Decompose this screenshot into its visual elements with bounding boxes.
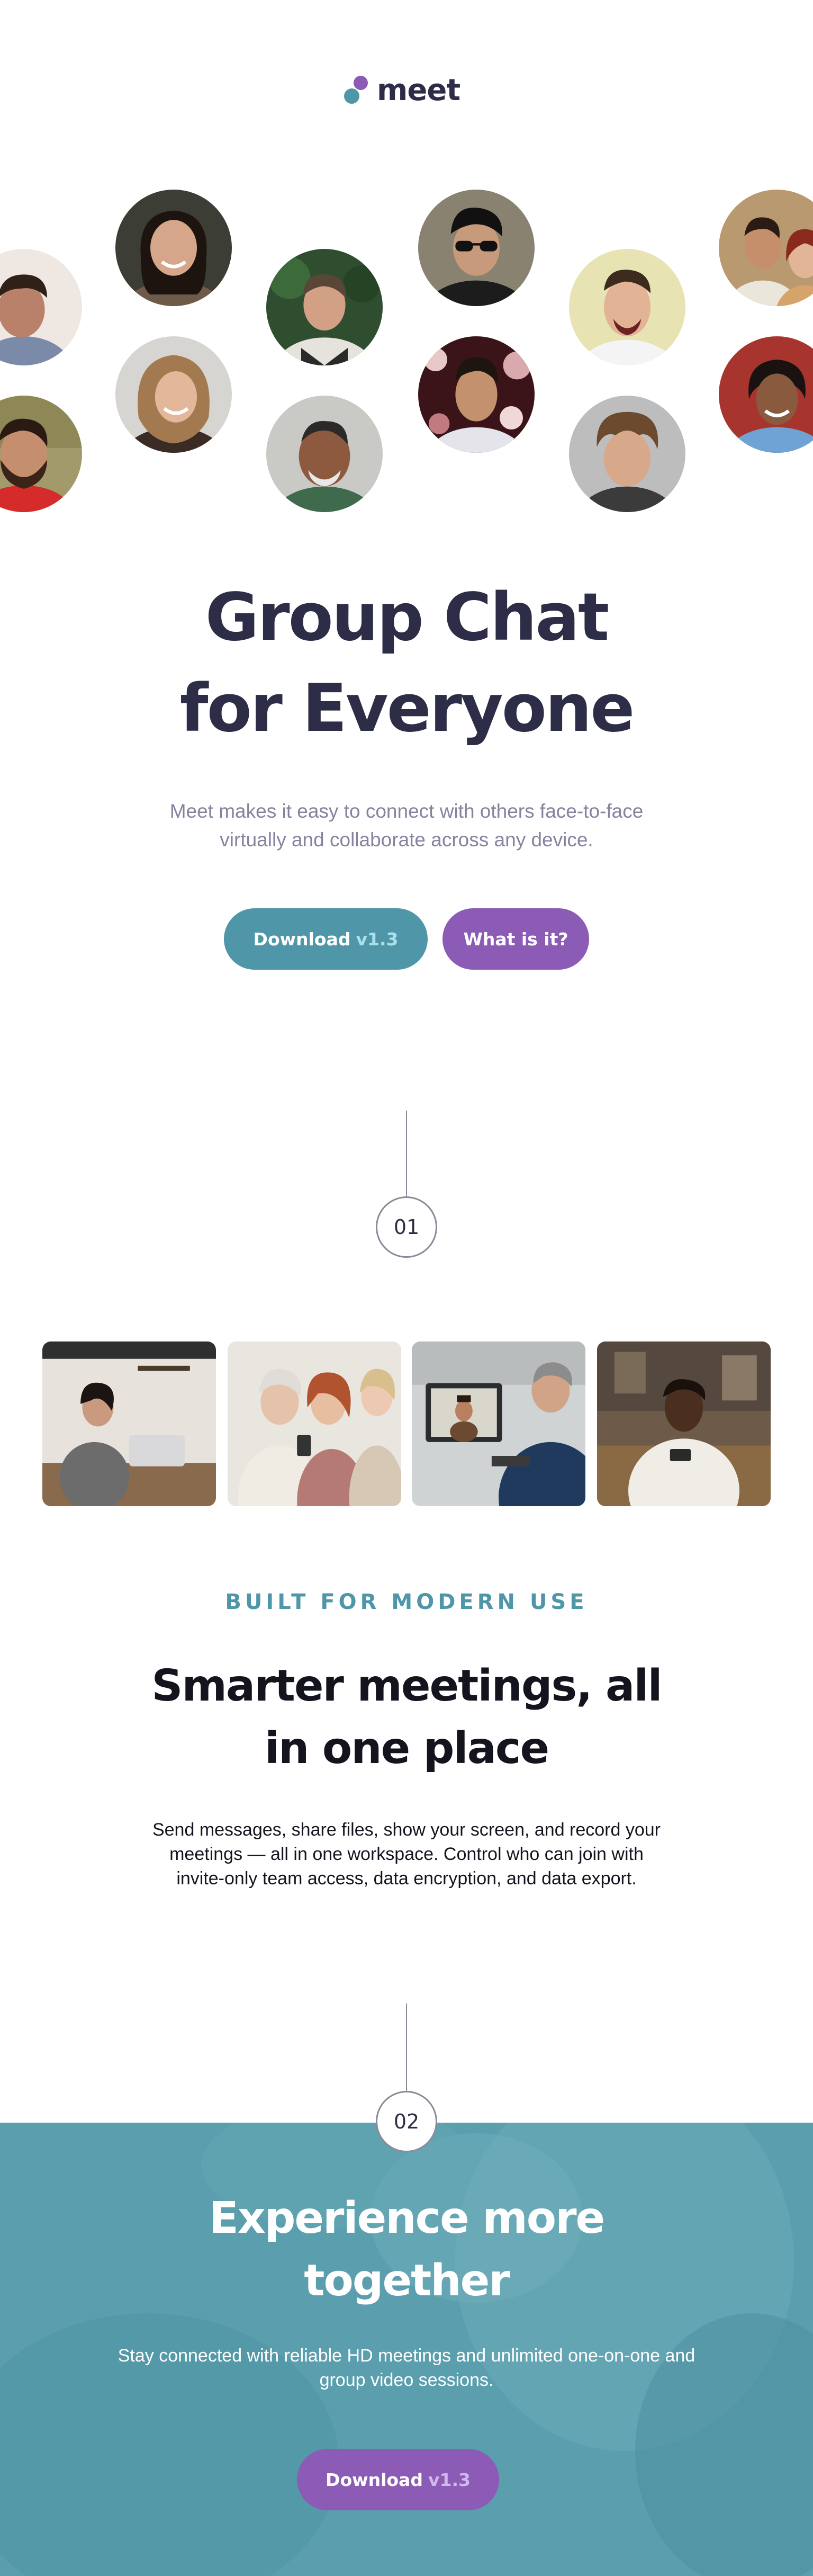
- step-02-marker: 02: [376, 2091, 437, 2152]
- download-button-version: v1.3: [356, 928, 399, 950]
- step-01-marker: 01: [376, 1196, 437, 1258]
- avatar-couple-selfie: [719, 190, 813, 306]
- features-title-line2: in one place: [264, 1723, 549, 1774]
- photo-man-video-call: [412, 1341, 585, 1506]
- hero-subtitle: Meet makes it easy to connect with other…: [169, 800, 644, 851]
- features-title-line1: Smarter meetings, all: [151, 1661, 662, 1711]
- hero-title-line1: Group Chat: [205, 579, 610, 656]
- avatar-woman-smiling: [115, 190, 232, 306]
- features-title: Smarter meetings, all in one place: [142, 1655, 671, 1780]
- experience-title-line2: together: [304, 2256, 510, 2306]
- what-is-it-button[interactable]: What is it?: [442, 908, 589, 970]
- avatar-boy-left: [0, 249, 82, 365]
- download-button[interactable]: Download v1.3: [224, 908, 428, 970]
- features-eyebrow: BUILT FOR MODERN USE: [225, 1590, 588, 1614]
- avatar-man-flowers: [418, 336, 535, 453]
- avatar-bearded-man-left: [0, 396, 82, 512]
- experience-download-label: Download: [326, 2469, 423, 2490]
- step-02-number: 02: [393, 2110, 420, 2133]
- avatar-older-man-smiling: [266, 396, 383, 512]
- photo-man-couch-phone: [597, 1341, 771, 1506]
- logo[interactable]: meet: [344, 72, 469, 109]
- avatar-man-green-background: [266, 249, 383, 365]
- experience-download-version: v1.3: [428, 2469, 471, 2490]
- avatar-woman-red-background: [719, 336, 813, 453]
- features-body: Send messages, share files, show your sc…: [152, 1820, 661, 1889]
- what-is-it-label: What is it?: [463, 928, 568, 950]
- logo-icon: [344, 74, 371, 107]
- hero-title-line2: for Everyone: [179, 670, 635, 747]
- experience-download-button[interactable]: Download v1.3: [297, 2449, 499, 2510]
- avatar-man-laughing: [569, 249, 685, 365]
- hero-title: Group Chat for Everyone: [142, 572, 671, 754]
- logo-text: meet: [377, 73, 460, 108]
- experience-title-line1: Experience more: [209, 2193, 605, 2243]
- avatar-man-curly-hair: [569, 396, 685, 512]
- step-connector-line: [406, 1111, 407, 1197]
- photo-woman-laptop-kitchen: [42, 1341, 216, 1506]
- step-connector-line-2: [406, 2003, 407, 2094]
- photo-women-looking-at-phone: [228, 1341, 401, 1506]
- experience-title: Experience more together: [142, 2187, 671, 2312]
- step-01-number: 01: [393, 1215, 420, 1239]
- download-button-label: Download: [253, 928, 351, 950]
- avatar-man-sunglasses: [418, 190, 535, 306]
- experience-body: Stay connected with reliable HD meetings…: [118, 2346, 695, 2390]
- avatar-woman-blonde: [115, 336, 232, 453]
